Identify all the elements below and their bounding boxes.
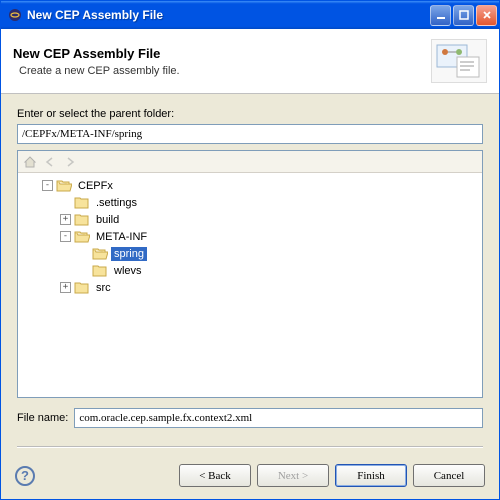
tree-expander-icon[interactable]: +: [60, 282, 71, 293]
folder-icon: [74, 230, 90, 243]
tree-node-label[interactable]: src: [93, 281, 114, 295]
banner-text: New CEP Assembly File Create a new CEP a…: [13, 46, 431, 77]
folder-tree-container: - CEPFx .settings + build - META-INF spring wlev…: [17, 150, 483, 398]
folder-icon: [56, 179, 72, 192]
filename-row: File name:: [17, 408, 483, 428]
tree-node-label[interactable]: META-INF: [93, 230, 150, 244]
tree-node[interactable]: + src: [24, 279, 476, 296]
tree-expander-icon[interactable]: -: [60, 231, 71, 242]
parent-folder-input[interactable]: [17, 124, 483, 144]
tree-toolbar: [18, 151, 482, 173]
separator: [17, 446, 483, 448]
folder-tree[interactable]: - CEPFx .settings + build - META-INF spring wlev…: [18, 173, 482, 397]
home-icon[interactable]: [22, 154, 38, 170]
banner-title: New CEP Assembly File: [13, 46, 431, 61]
tree-node[interactable]: - META-INF: [24, 228, 476, 245]
titlebar: New CEP Assembly File: [1, 1, 499, 29]
tree-node[interactable]: + build: [24, 211, 476, 228]
wizard-icon: [431, 39, 487, 83]
tree-node-label[interactable]: CEPFx: [75, 179, 116, 193]
help-icon[interactable]: ?: [15, 466, 35, 486]
tree-expander-icon[interactable]: +: [60, 214, 71, 225]
eclipse-icon: [7, 7, 23, 23]
maximize-button[interactable]: [453, 5, 474, 26]
banner: New CEP Assembly File Create a new CEP a…: [1, 29, 499, 94]
finish-button[interactable]: Finish: [335, 464, 407, 487]
folder-icon: [92, 264, 108, 277]
titlebar-title: New CEP Assembly File: [27, 8, 430, 22]
tree-node-label[interactable]: wlevs: [111, 264, 145, 278]
tree-node-label[interactable]: spring: [111, 247, 147, 261]
tree-node-label[interactable]: .settings: [93, 196, 140, 210]
tree-node[interactable]: - CEPFx: [24, 177, 476, 194]
back-button[interactable]: < Back: [179, 464, 251, 487]
tree-node-label[interactable]: build: [93, 213, 122, 227]
filename-label: File name:: [17, 412, 68, 424]
tree-node[interactable]: spring: [24, 245, 476, 262]
cancel-button[interactable]: Cancel: [413, 464, 485, 487]
window-controls: [430, 5, 497, 26]
folder-icon: [74, 196, 90, 209]
tree-node[interactable]: wlevs: [24, 262, 476, 279]
dialog-window: New CEP Assembly File New CEP Assembly F…: [0, 0, 500, 500]
minimize-button[interactable]: [430, 5, 451, 26]
folder-icon: [74, 213, 90, 226]
content-area: Enter or select the parent folder: - CEPF…: [1, 94, 499, 464]
tree-expander-icon[interactable]: -: [42, 180, 53, 191]
back-arrow-icon[interactable]: [42, 154, 58, 170]
banner-subtitle: Create a new CEP assembly file.: [19, 65, 431, 77]
forward-arrow-icon[interactable]: [62, 154, 78, 170]
parent-folder-label: Enter or select the parent folder:: [17, 108, 483, 120]
filename-input[interactable]: [74, 408, 483, 428]
tree-node[interactable]: .settings: [24, 194, 476, 211]
folder-icon: [74, 281, 90, 294]
folder-icon: [92, 247, 108, 260]
next-button: Next >: [257, 464, 329, 487]
footer: ? < Back Next > Finish Cancel: [1, 464, 499, 499]
close-button[interactable]: [476, 5, 497, 26]
